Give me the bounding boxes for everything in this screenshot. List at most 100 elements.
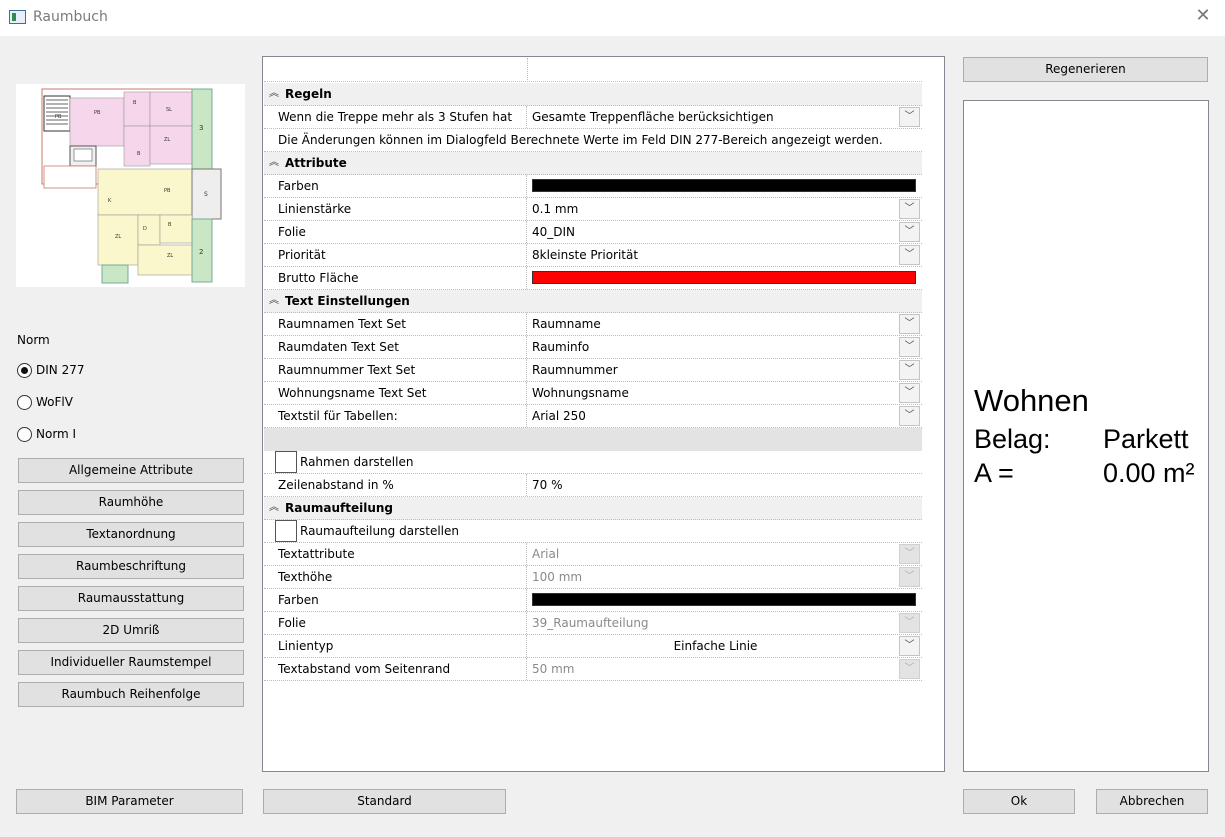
radio-din-277[interactable]: DIN 277 <box>17 361 84 379</box>
preview-area-label: A = <box>974 458 1014 488</box>
row-value-text: Raumnummer <box>532 363 618 377</box>
dropdown-arrow-icon[interactable]: ﹀ <box>899 337 920 357</box>
collapse-chevron-icon[interactable]: ︽ <box>269 152 279 174</box>
row-label: Raumnamen Text Set <box>264 313 527 335</box>
section-regeln[interactable]: ︽ Regeln <box>264 83 922 106</box>
raumhoehe-button[interactable]: Raumhöhe <box>18 490 244 515</box>
row-value: Arial ﹀ <box>528 543 921 565</box>
section-raumaufteilung[interactable]: ︽ Raumaufteilung <box>264 497 922 520</box>
2d-umriss-button[interactable]: 2D Umriß <box>18 618 244 643</box>
collapse-chevron-icon[interactable]: ︽ <box>269 290 279 312</box>
dropdown-arrow-icon[interactable]: ﹀ <box>899 199 920 219</box>
row-value: 39_Raumaufteilung ﹀ <box>528 612 921 634</box>
svg-text:3: 3 <box>199 124 203 132</box>
color-swatch[interactable] <box>532 271 916 284</box>
row-brutto-flaeche[interactable]: Brutto Fläche <box>264 267 922 290</box>
dropdown-arrow-icon[interactable]: ﹀ <box>899 245 920 265</box>
svg-text:S: S <box>204 191 208 198</box>
dropdown-arrow-icon[interactable]: ﹀ <box>899 383 920 403</box>
section-title: Text Einstellungen <box>285 294 410 308</box>
preview-area-value: 0.00 m² <box>1103 458 1195 488</box>
row-value[interactable]: Einfache Linie ﹀ <box>528 635 921 657</box>
textanordnung-button[interactable]: Textanordnung <box>18 522 244 547</box>
radio-dot <box>17 362 32 378</box>
dropdown-arrow-icon[interactable]: ﹀ <box>899 406 920 426</box>
individueller-raumstempel-button[interactable]: Individueller Raumstempel <box>18 650 244 675</box>
row-prioritaet[interactable]: Priorität 8kleinste Priorität ﹀ <box>264 244 922 267</box>
row-value-text: Raumname <box>532 317 601 331</box>
row-value[interactable]: Wohnungsname ﹀ <box>528 382 921 404</box>
dropdown-arrow-icon[interactable]: ﹀ <box>899 222 920 242</box>
row-label: Zeilenabstand in % <box>264 474 527 496</box>
row-value[interactable]: Gesamte Treppenfläche berücksichtigen ﹀ <box>528 106 921 128</box>
row-label: Farben <box>264 589 527 611</box>
dropdown-arrow-icon[interactable]: ﹀ <box>899 636 920 656</box>
raumbeschriftung-button[interactable]: Raumbeschriftung <box>18 554 244 579</box>
separator-row <box>264 428 922 451</box>
row-raumnummer-text-set[interactable]: Raumnummer Text Set Raumnummer ﹀ <box>264 359 922 382</box>
row-value[interactable]: Arial 250 ﹀ <box>528 405 921 427</box>
row-label: Linientyp <box>264 635 527 657</box>
regenerieren-button[interactable]: Regenerieren <box>963 57 1208 82</box>
row-linientyp[interactable]: Linientyp Einfache Linie ﹀ <box>264 635 922 658</box>
collapse-chevron-icon[interactable]: ︽ <box>269 497 279 519</box>
color-swatch[interactable] <box>532 179 916 192</box>
row-treppe[interactable]: Wenn die Treppe mehr als 3 Stufen hat Ge… <box>264 106 922 129</box>
row-raumdaten-text-set[interactable]: Raumdaten Text Set Rauminfo ﹀ <box>264 336 922 359</box>
row-value-text: Rauminfo <box>532 340 590 354</box>
row-textstil-tabellen[interactable]: Textstil für Tabellen: Arial 250 ﹀ <box>264 405 922 428</box>
row-value[interactable] <box>528 267 921 289</box>
bim-parameter-button[interactable]: BIM Parameter <box>16 789 243 814</box>
row-raumaufteilung-farben[interactable]: Farben <box>264 589 922 612</box>
row-value[interactable] <box>528 175 921 197</box>
svg-text:D: D <box>143 226 147 232</box>
close-icon[interactable]: ✕ <box>1193 6 1213 26</box>
rahmen-checkbox-row[interactable]: Rahmen darstellen <box>264 451 922 474</box>
color-swatch[interactable] <box>532 593 916 606</box>
row-label: Linienstärke <box>264 198 527 220</box>
prio-value: 8kleinste Priorität <box>532 248 639 262</box>
row-linienstaerke[interactable]: Linienstärke 0.1 mm ﹀ <box>264 198 922 221</box>
rahmen-checkbox[interactable] <box>275 451 297 473</box>
property-grid: ︽ Regeln Wenn die Treppe mehr als 3 Stuf… <box>262 56 945 772</box>
standard-button[interactable]: Standard <box>263 789 506 814</box>
radio-norm-i[interactable]: Norm I <box>17 425 76 443</box>
row-value[interactable]: Raumname ﹀ <box>528 313 921 335</box>
ok-button[interactable]: Ok <box>963 789 1075 814</box>
dropdown-arrow-icon[interactable]: ﹀ <box>899 107 920 127</box>
row-raumaufteilung-folie: Folie 39_Raumaufteilung ﹀ <box>264 612 922 635</box>
row-wohnungsname-text-set[interactable]: Wohnungsname Text Set Wohnungsname ﹀ <box>264 382 922 405</box>
svg-text:ZL: ZL <box>164 137 170 143</box>
row-zeilenabstand[interactable]: Zeilenabstand in % 70 % <box>264 474 922 497</box>
radio-woflv[interactable]: WoFlV <box>17 393 73 411</box>
raumaufteilung-checkbox-row[interactable]: Raumaufteilung darstellen <box>264 520 922 543</box>
radio-label: DIN 277 <box>36 363 85 377</box>
abbrechen-button[interactable]: Abbrechen <box>1096 789 1208 814</box>
section-title: Regeln <box>285 87 332 101</box>
row-value[interactable]: 40_DIN ﹀ <box>528 221 921 243</box>
preview-belag-label: Belag: <box>974 424 1051 454</box>
folie-value: 39_Raumaufteilung <box>532 616 649 630</box>
section-title: Raumaufteilung <box>285 501 394 515</box>
row-farben[interactable]: Farben <box>264 175 922 198</box>
row-value[interactable]: Raumnummer ﹀ <box>528 359 921 381</box>
section-text-einstellungen[interactable]: ︽ Text Einstellungen <box>264 290 922 313</box>
zeilen-value[interactable]: 70 % <box>528 474 921 496</box>
row-folie[interactable]: Folie 40_DIN ﹀ <box>264 221 922 244</box>
row-value[interactable]: 8kleinste Priorität ﹀ <box>528 244 921 266</box>
row-label: Farben <box>264 175 527 197</box>
row-raumnamen-text-set[interactable]: Raumnamen Text Set Raumname ﹀ <box>264 313 922 336</box>
dropdown-arrow-icon[interactable]: ﹀ <box>899 314 920 334</box>
row-value[interactable] <box>528 589 921 611</box>
allgemeine-attribute-button[interactable]: Allgemeine Attribute <box>18 458 244 483</box>
checkbox-label: Rahmen darstellen <box>300 455 414 469</box>
raumbuch-reihenfolge-button[interactable]: Raumbuch Reihenfolge <box>18 682 244 707</box>
row-value[interactable]: Rauminfo ﹀ <box>528 336 921 358</box>
row-value[interactable]: 0.1 mm ﹀ <box>528 198 921 220</box>
collapse-chevron-icon[interactable]: ︽ <box>269 83 279 105</box>
section-attribute[interactable]: ︽ Attribute <box>264 152 922 175</box>
dropdown-arrow-icon[interactable]: ﹀ <box>899 360 920 380</box>
raumaufteilung-checkbox[interactable] <box>275 520 297 542</box>
raumausstattung-button[interactable]: Raumausstattung <box>18 586 244 611</box>
row-label: Brutto Fläche <box>264 267 527 289</box>
